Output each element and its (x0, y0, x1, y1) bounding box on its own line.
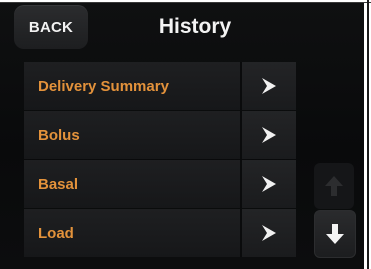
back-button[interactable]: BACK (14, 5, 88, 49)
menu-item-delivery-summary[interactable]: Delivery Summary (24, 62, 296, 110)
menu-item-label: Delivery Summary (24, 62, 240, 110)
chevron-right-icon[interactable] (240, 111, 296, 159)
arrow-down-icon (326, 224, 344, 244)
history-menu: Delivery Summary Bolus Basal Load (24, 62, 296, 257)
scroll-down-button[interactable] (314, 210, 356, 258)
frame-right-border (367, 0, 369, 269)
menu-item-load[interactable]: Load (24, 209, 296, 257)
page-title: History (158, 15, 232, 38)
menu-item-label: Bolus (24, 111, 240, 159)
menu-item-label: Load (24, 209, 240, 257)
menu-item-bolus[interactable]: Bolus (24, 111, 296, 159)
arrow-up-icon (325, 176, 343, 196)
scroll-up-button[interactable] (314, 163, 354, 209)
chevron-right-icon[interactable] (240, 62, 296, 110)
menu-item-basal[interactable]: Basal (24, 160, 296, 208)
chevron-right-icon[interactable] (240, 160, 296, 208)
menu-item-label: Basal (24, 160, 240, 208)
chevron-right-icon[interactable] (240, 209, 296, 257)
history-screen: BACK History Delivery Summary Bolus Basa… (0, 3, 364, 269)
